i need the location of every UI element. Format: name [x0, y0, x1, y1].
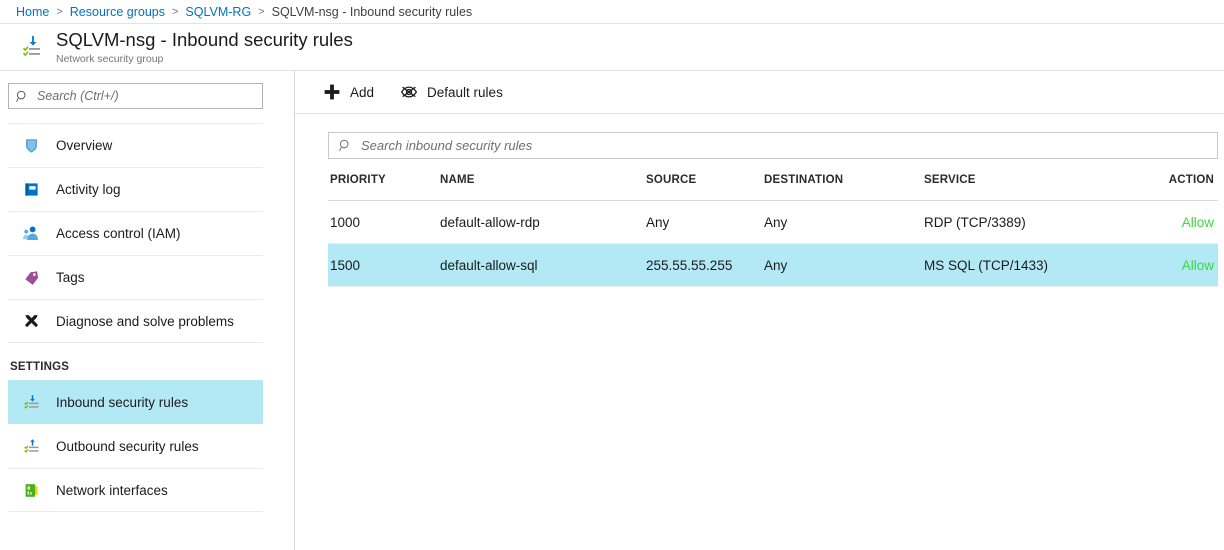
toolbar: Add Default rules [295, 71, 1224, 114]
breadcrumb-separator-icon: > [258, 6, 264, 18]
sidebar-item-label: Network interfaces [56, 483, 168, 498]
search-input[interactable]: Search (Ctrl+/) [8, 83, 263, 109]
sidebar-item-activity-log[interactable]: Activity log [8, 167, 263, 211]
breadcrumb: Home > Resource groups > SQLVM-RG > SQLV… [0, 0, 1224, 24]
cell-service: MS SQL (TCP/1433) [924, 258, 1142, 273]
search-icon [16, 90, 29, 103]
column-header-destination[interactable]: DESTINATION [764, 174, 924, 186]
wrench-screwdriver-icon [22, 312, 41, 331]
column-header-service[interactable]: SERVICE [924, 174, 1142, 186]
breadcrumb-separator-icon: > [56, 6, 62, 18]
breadcrumb-item-sqlvm-rg[interactable]: SQLVM-RG [185, 5, 251, 19]
people-icon [22, 224, 41, 243]
shield-icon [22, 136, 41, 155]
breadcrumb-item-current: SQLVM-nsg - Inbound security rules [272, 5, 473, 19]
rules-search-placeholder: Search inbound security rules [361, 138, 532, 153]
breadcrumb-item-resource-groups[interactable]: Resource groups [70, 5, 165, 19]
cell-action: Allow [1142, 258, 1218, 273]
network-interface-icon [22, 481, 41, 500]
cell-source: Any [646, 215, 764, 230]
sidebar-item-inbound-security-rules[interactable]: Inbound security rules [8, 380, 263, 424]
plus-icon [323, 83, 341, 101]
eye-hidden-icon [400, 83, 418, 101]
column-header-priority[interactable]: PRIORITY [328, 174, 440, 186]
cell-priority: 1500 [328, 258, 440, 273]
search-icon [339, 139, 352, 152]
default-rules-button[interactable]: Default rules [400, 83, 503, 101]
sidebar-nav-list: Overview Activity log [0, 123, 294, 512]
sidebar-item-label: Activity log [56, 182, 121, 197]
page-header-text: SQLVM-nsg - Inbound security rules Netwo… [56, 29, 353, 64]
breadcrumb-item-home[interactable]: Home [16, 5, 49, 19]
sidebar-item-tags[interactable]: Tags [8, 255, 263, 299]
cell-action: Allow [1142, 215, 1218, 230]
cell-name: default-allow-sql [440, 258, 646, 273]
page-subtitle: Network security group [56, 53, 353, 65]
breadcrumb-separator-icon: > [172, 6, 178, 18]
column-header-name[interactable]: NAME [440, 174, 646, 186]
cell-service: RDP (TCP/3389) [924, 215, 1142, 230]
sidebar: Search (Ctrl+/) Overview [0, 71, 295, 550]
search-placeholder: Search (Ctrl+/) [37, 89, 119, 103]
cell-name: default-allow-rdp [440, 215, 646, 230]
table-header-row: PRIORITY NAME SOURCE DESTINATION SERVICE… [328, 159, 1218, 201]
add-button[interactable]: Add [323, 83, 374, 101]
body-split: Search (Ctrl+/) Overview [0, 71, 1224, 550]
sidebar-item-label: Diagnose and solve problems [56, 314, 234, 329]
sidebar-item-label: Tags [56, 270, 85, 285]
cell-destination: Any [764, 258, 924, 273]
book-icon [22, 180, 41, 199]
sidebar-item-overview[interactable]: Overview [8, 123, 263, 167]
column-header-source[interactable]: SOURCE [646, 174, 764, 186]
rules-search-input[interactable]: Search inbound security rules [328, 132, 1218, 159]
content-pane: Add Default rules [295, 71, 1224, 550]
inbound-rules-icon [22, 393, 41, 412]
page-header: SQLVM-nsg - Inbound security rules Netwo… [0, 24, 1224, 71]
table-row[interactable]: 1500 default-allow-sql 255.55.55.255 Any… [328, 244, 1218, 287]
column-header-action[interactable]: ACTION [1142, 174, 1218, 186]
cell-priority: 1000 [328, 215, 440, 230]
tag-icon [22, 268, 41, 287]
sidebar-item-access-control[interactable]: Access control (IAM) [8, 211, 263, 255]
cell-source: 255.55.55.255 [646, 258, 764, 273]
add-button-label: Add [350, 85, 374, 100]
inbound-security-rules-table: PRIORITY NAME SOURCE DESTINATION SERVICE… [328, 159, 1218, 287]
default-rules-button-label: Default rules [427, 85, 503, 100]
table-row[interactable]: 1000 default-allow-rdp Any Any RDP (TCP/… [328, 201, 1218, 244]
cell-destination: Any [764, 215, 924, 230]
page-title: SQLVM-nsg - Inbound security rules [56, 29, 353, 50]
sidebar-item-label: Access control (IAM) [56, 226, 181, 241]
sidebar-item-diagnose[interactable]: Diagnose and solve problems [8, 299, 263, 343]
sidebar-section-settings: SETTINGS [0, 343, 294, 380]
outbound-rules-icon [22, 437, 41, 456]
sidebar-item-label: Inbound security rules [56, 395, 188, 410]
sidebar-item-outbound-security-rules[interactable]: Outbound security rules [8, 424, 263, 468]
sidebar-item-label: Outbound security rules [56, 439, 199, 454]
sidebar-item-label: Overview [56, 138, 112, 153]
inbound-security-rules-icon [20, 34, 46, 60]
sidebar-item-network-interfaces[interactable]: Network interfaces [8, 468, 263, 512]
